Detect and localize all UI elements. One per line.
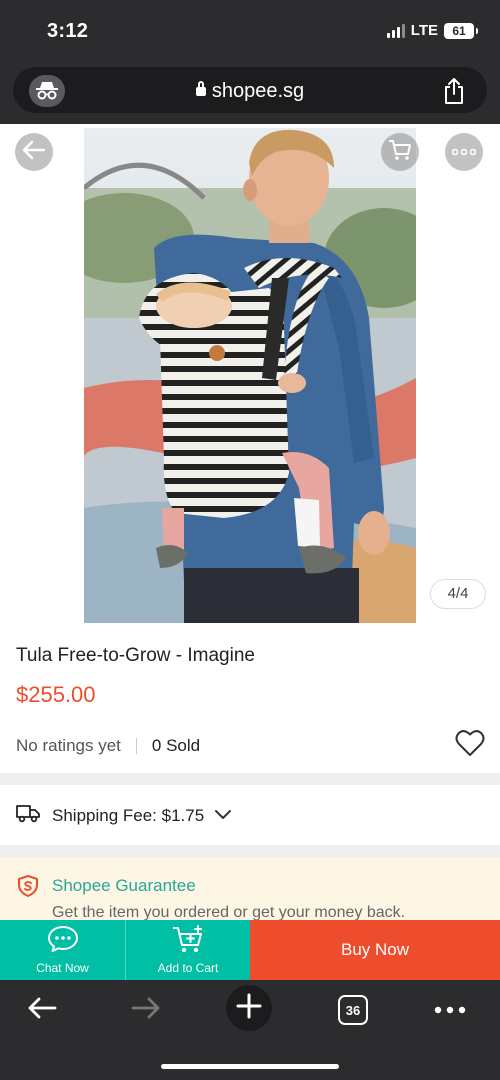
plus-icon bbox=[236, 993, 262, 1024]
tabs-button[interactable]: 36 bbox=[336, 988, 370, 1032]
section-divider bbox=[0, 845, 500, 857]
home-indicator[interactable] bbox=[161, 1064, 339, 1069]
guarantee-title: Shopee Guarantee bbox=[52, 876, 196, 895]
arrow-right-icon bbox=[131, 996, 161, 1025]
shipping-row[interactable]: Shipping Fee: $1.75 bbox=[16, 803, 232, 828]
cart-button[interactable] bbox=[381, 133, 419, 171]
status-time: 3:12 bbox=[47, 20, 89, 42]
chat-now-button[interactable]: Chat Now bbox=[0, 920, 125, 980]
browser-toolbar: 36 bbox=[0, 980, 500, 1080]
ratings-row: No ratings yet 0 Sold bbox=[16, 736, 200, 756]
url-field[interactable]: shopee.sg bbox=[13, 67, 487, 113]
action-bar: Chat Now Add to Cart Buy Now bbox=[0, 920, 500, 980]
cart-icon bbox=[388, 139, 412, 166]
back-arrow-icon bbox=[22, 140, 46, 165]
shield-icon bbox=[17, 875, 39, 902]
chevron-down-icon bbox=[214, 806, 232, 826]
status-indicators: LTE 61 bbox=[386, 22, 478, 39]
ratings-text: No ratings yet bbox=[16, 736, 121, 755]
image-counter: 4/4 bbox=[430, 579, 486, 609]
product-gallery[interactable]: 4/4 bbox=[0, 124, 500, 629]
chat-now-label: Chat Now bbox=[36, 961, 89, 975]
favorite-button[interactable] bbox=[455, 729, 485, 762]
product-title: Tula Free-to-Grow - Imagine bbox=[16, 645, 255, 666]
product-photo[interactable] bbox=[84, 128, 416, 623]
lock-icon bbox=[195, 81, 206, 96]
add-to-cart-button[interactable]: Add to Cart bbox=[125, 920, 250, 980]
truck-icon bbox=[16, 803, 40, 828]
shipping-fee: Shipping Fee: $1.75 bbox=[52, 805, 205, 825]
add-cart-icon bbox=[126, 925, 250, 955]
battery-icon: 61 bbox=[444, 22, 478, 39]
url-domain: shopee.sg bbox=[211, 80, 305, 102]
chat-icon bbox=[0, 925, 125, 953]
network-type: LTE bbox=[410, 22, 438, 39]
new-tab-button[interactable] bbox=[226, 985, 272, 1031]
browser-forward-button[interactable] bbox=[124, 988, 168, 1032]
more-icon bbox=[451, 143, 477, 161]
more-button[interactable] bbox=[445, 133, 483, 171]
buy-now-button[interactable]: Buy Now bbox=[250, 920, 500, 980]
back-button[interactable] bbox=[15, 133, 53, 171]
arrow-left-icon bbox=[27, 996, 57, 1025]
heart-icon bbox=[455, 730, 485, 761]
status-bar: 3:12 LTE 61 bbox=[0, 0, 500, 62]
browser-more-button[interactable] bbox=[428, 988, 472, 1032]
product-price: $255.00 bbox=[16, 682, 96, 707]
sold-count: 0 Sold bbox=[151, 736, 201, 755]
section-divider bbox=[0, 773, 500, 785]
share-icon[interactable] bbox=[441, 77, 467, 110]
divider bbox=[135, 738, 137, 754]
signal-icon bbox=[386, 23, 405, 38]
more-dots-icon bbox=[434, 1001, 466, 1019]
add-to-cart-label: Add to Cart bbox=[157, 961, 219, 975]
guarantee-banner[interactable]: Shopee Guarantee Get the item you ordere… bbox=[0, 857, 500, 927]
browser-back-button[interactable] bbox=[20, 988, 64, 1032]
url-text: shopee.sg bbox=[13, 80, 487, 103]
address-bar: shopee.sg bbox=[0, 62, 500, 124]
tab-count: 36 bbox=[338, 995, 368, 1025]
